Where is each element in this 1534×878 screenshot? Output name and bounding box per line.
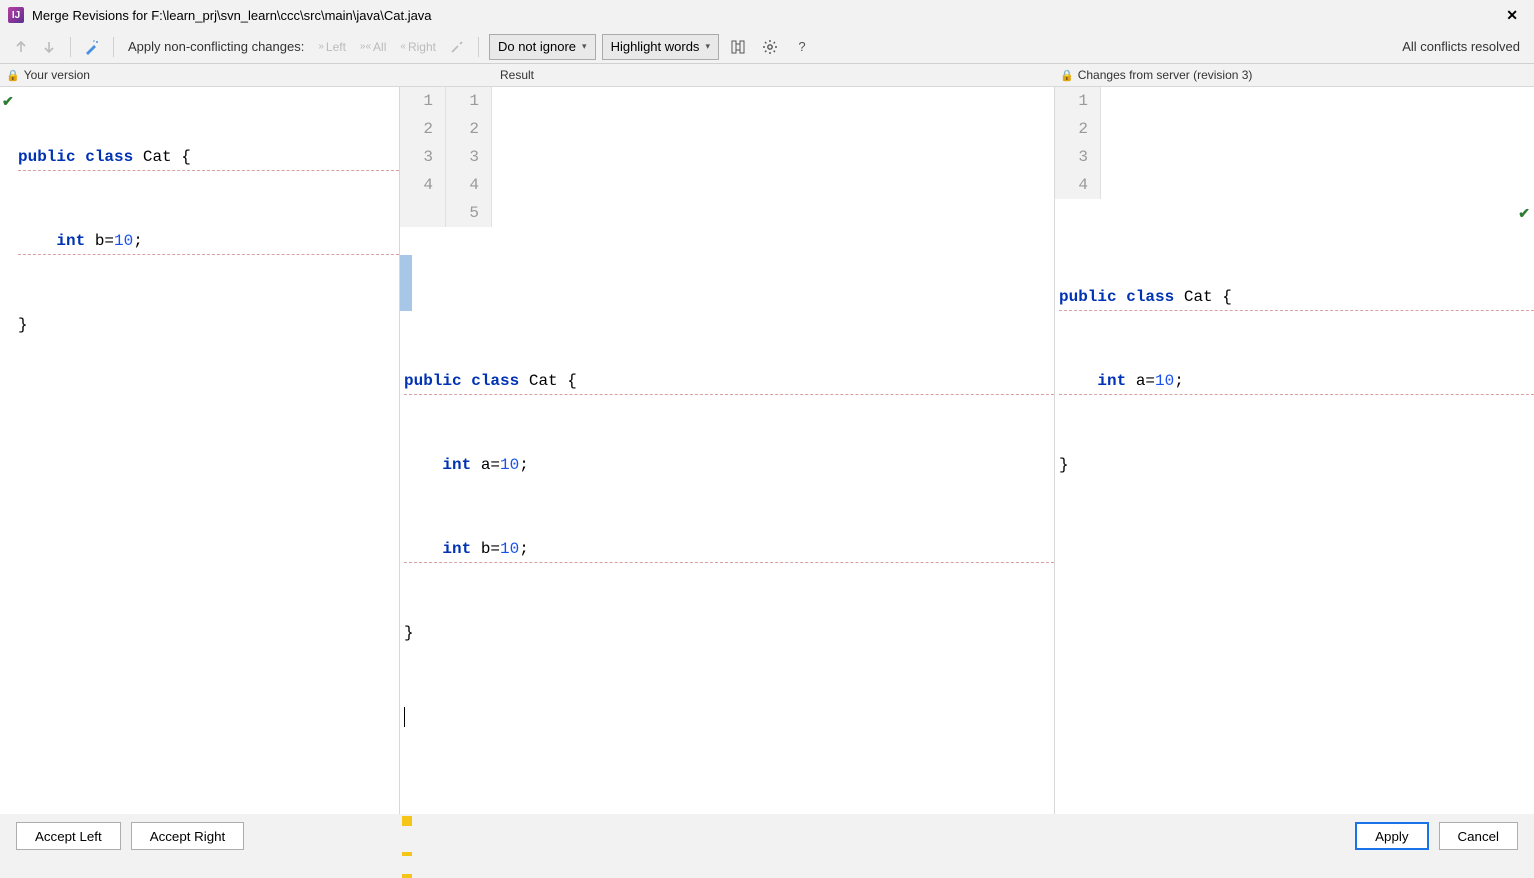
check-icon: ✔ (1518, 201, 1530, 229)
separator (478, 37, 479, 57)
chevron-down-icon: ▾ (705, 41, 710, 52)
left-pane[interactable]: ✔ public class Cat { int b=10; } (0, 87, 400, 814)
change-marker[interactable] (402, 852, 412, 856)
apply-nonconflicting-label: Apply non-conflicting changes: (128, 39, 304, 54)
mid-left-gutter: 1 2 3 4 (400, 87, 446, 227)
next-diff-icon[interactable] (38, 35, 60, 59)
result-pane[interactable]: 1 2 3 4 1 2 3 4 5 public class Cat { int… (400, 87, 1054, 814)
result-code[interactable]: public class Cat { int a=10; int b=10; } (400, 311, 1054, 814)
text-cursor (404, 707, 405, 727)
highlight-dropdown-label: Highlight words (611, 39, 700, 54)
lock-icon: 🔒 (1060, 69, 1074, 82)
close-icon[interactable]: ✕ (1498, 3, 1526, 28)
left-code[interactable]: public class Cat { int b=10; } (0, 87, 399, 814)
magic-wand-icon[interactable] (446, 35, 468, 59)
cancel-button[interactable]: Cancel (1439, 822, 1519, 850)
footer-bar: Accept Left Accept Right Apply Cancel (0, 814, 1534, 858)
apply-all-button[interactable]: »«All (356, 40, 390, 54)
apply-left-button[interactable]: »Left (314, 40, 350, 54)
panel-headers: 🔒 Your version Result 🔒 Changes from ser… (0, 64, 1534, 86)
accept-left-button[interactable]: Accept Left (16, 822, 121, 850)
separator (70, 37, 71, 57)
apply-button[interactable]: Apply (1355, 822, 1428, 850)
apply-right-button[interactable]: «Right (396, 40, 440, 54)
lock-icon: 🔒 (6, 69, 20, 82)
ignore-dropdown[interactable]: Do not ignore ▾ (489, 34, 596, 60)
chevron-down-icon: ▾ (582, 41, 587, 52)
change-marker[interactable] (402, 816, 412, 826)
highlight-dropdown[interactable]: Highlight words ▾ (602, 34, 719, 60)
right-code[interactable]: ✔ public class Cat { int a=10; } (1055, 199, 1534, 814)
accept-right-button[interactable]: Accept Right (131, 822, 245, 850)
mid-right-gutter: 1 2 3 4 5 (446, 87, 492, 227)
right-pane[interactable]: 1 2 3 4 ✔ public class Cat { int a=10; } (1054, 87, 1534, 814)
window-title: Merge Revisions for F:\learn_prj\svn_lea… (32, 8, 1498, 23)
mid-header: Result (500, 68, 534, 82)
selection-strip (400, 227, 412, 311)
prev-diff-icon[interactable] (10, 35, 32, 59)
merge-area: ✔ public class Cat { int b=10; } 1 2 3 4… (0, 86, 1534, 814)
right-header: Changes from server (revision 3) (1078, 68, 1253, 82)
help-icon[interactable]: ? (789, 34, 815, 60)
ignore-dropdown-label: Do not ignore (498, 39, 576, 54)
gear-icon[interactable] (757, 34, 783, 60)
separator (113, 37, 114, 57)
conflicts-status: All conflicts resolved (1402, 39, 1524, 54)
magic-resolve-icon[interactable] (81, 35, 103, 59)
sync-scroll-icon[interactable] (725, 34, 751, 60)
change-marker[interactable] (402, 874, 412, 878)
toolbar: Apply non-conflicting changes: »Left »«A… (0, 30, 1534, 64)
app-icon: IJ (8, 7, 24, 23)
right-gutter: 1 2 3 4 (1055, 87, 1101, 199)
title-bar: IJ Merge Revisions for F:\learn_prj\svn_… (0, 0, 1534, 30)
left-header: Your version (24, 68, 90, 82)
